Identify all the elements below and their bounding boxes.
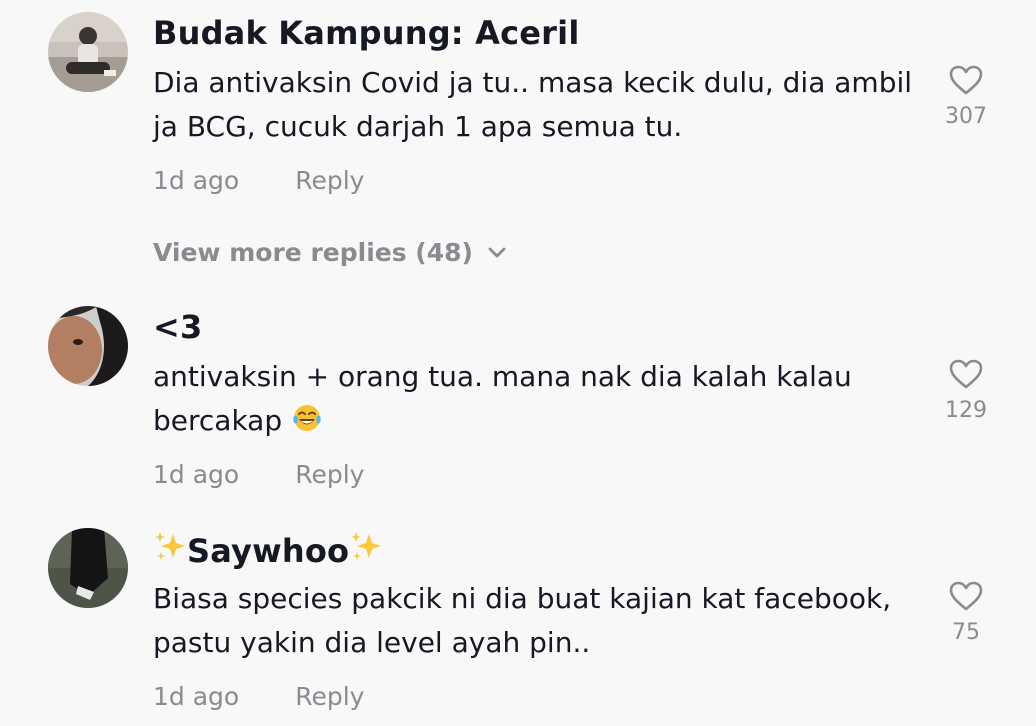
comment-text: Biasa species pakcik ni dia buat kajian … xyxy=(153,582,892,659)
like-count: 75 xyxy=(952,620,980,645)
comment-meta: 1d ago Reply xyxy=(153,460,364,489)
comment-text: Dia antivaksin Covid ja tu.. masa kecik … xyxy=(153,66,913,143)
comment-username[interactable]: <3 xyxy=(153,308,202,346)
sparkles-icon xyxy=(351,532,382,560)
comment-timestamp: 1d ago xyxy=(153,682,240,711)
avatar[interactable] xyxy=(48,12,128,92)
like-button[interactable]: 75 xyxy=(936,580,996,645)
heart-icon[interactable] xyxy=(948,358,984,390)
heart-icon[interactable] xyxy=(948,580,984,612)
like-button[interactable]: 129 xyxy=(936,358,996,423)
comment-username[interactable]: Budak Kampung: Aceril xyxy=(153,14,580,52)
comment-timestamp: 1d ago xyxy=(153,460,240,489)
avatar-image xyxy=(48,12,128,92)
comment-text-content: antivaksin + orang tua. mana nak dia kal… xyxy=(153,360,852,437)
like-count: 307 xyxy=(945,104,987,129)
view-more-replies-button[interactable]: View more replies (48) xyxy=(153,238,507,267)
reply-button[interactable]: Reply xyxy=(295,166,364,195)
comment-username-text: Saywhoo xyxy=(187,532,350,570)
reply-button[interactable]: Reply xyxy=(295,460,364,489)
view-more-replies-label: View more replies (48) xyxy=(153,238,473,267)
avatar-image xyxy=(48,306,128,386)
comment-username[interactable]: Saywhoo xyxy=(153,530,383,570)
comment-meta: 1d ago Reply xyxy=(153,166,364,195)
avatar[interactable] xyxy=(48,306,128,386)
comment-timestamp: 1d ago xyxy=(153,166,240,195)
heart-icon[interactable] xyxy=(948,64,984,96)
chevron-down-icon xyxy=(488,247,506,257)
avatar[interactable] xyxy=(48,528,128,608)
reply-button[interactable]: Reply xyxy=(295,682,364,711)
sparkles-icon xyxy=(155,532,185,560)
comment-meta: 1d ago Reply xyxy=(153,682,364,711)
comment-text: antivaksin + orang tua. mana nak dia kal… xyxy=(153,355,913,443)
like-count: 129 xyxy=(945,398,987,423)
face-with-tears-of-joy-icon xyxy=(293,405,321,431)
like-button[interactable]: 307 xyxy=(936,64,996,129)
avatar-image xyxy=(48,528,128,608)
